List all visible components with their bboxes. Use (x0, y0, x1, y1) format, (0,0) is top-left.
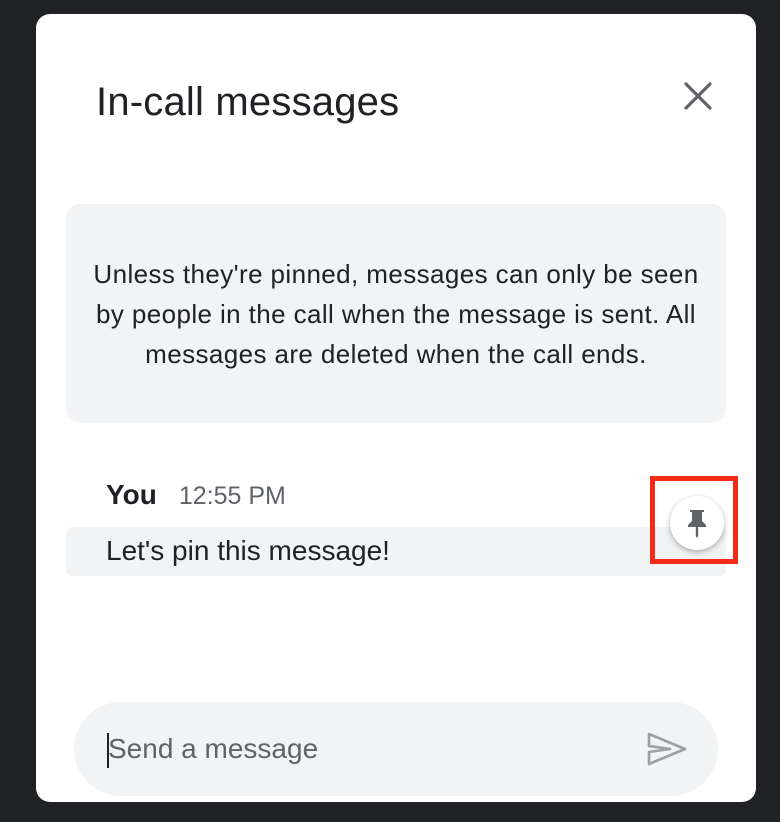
ephemeral-notice: Unless they're pinned, messages can only… (66, 204, 726, 423)
in-call-messages-panel: In-call messages Unless they're pinned, … (36, 14, 756, 802)
notice-text: Unless they're pinned, messages can only… (93, 258, 699, 369)
text-cursor (107, 733, 109, 768)
message-timestamp: 12:55 PM (178, 482, 286, 510)
panel-title: In-call messages (96, 80, 400, 124)
pin-message-button[interactable] (670, 496, 724, 550)
send-icon (647, 732, 687, 766)
message-item[interactable]: Let's pin this message! (66, 527, 726, 576)
close-button[interactable] (674, 72, 722, 120)
message-composer (74, 702, 718, 796)
close-icon (684, 82, 712, 110)
message-sender: You (106, 479, 157, 510)
message-text: Let's pin this message! (106, 535, 390, 566)
pin-icon (688, 510, 706, 538)
message-input[interactable] (108, 702, 628, 796)
send-button[interactable] (642, 724, 692, 774)
message-header: You 12:55 PM (106, 479, 286, 511)
